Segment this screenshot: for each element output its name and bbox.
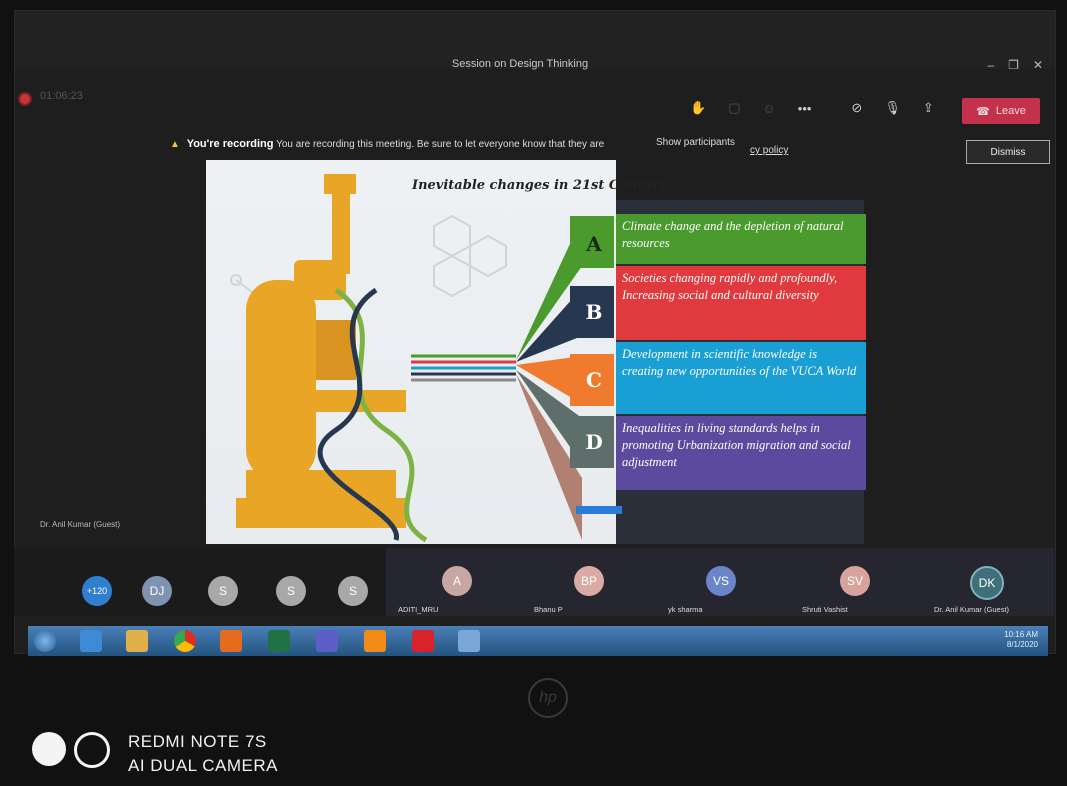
system-tray[interactable]: 10:16 AM 8/1/2020	[1004, 630, 1038, 650]
chat-icon[interactable]: ▢	[728, 100, 740, 116]
show-participants-link[interactable]: Show participants	[656, 137, 735, 148]
participant-avatar[interactable]: SV	[840, 566, 870, 596]
slide-item-b: Societies changing rapidly and profoundl…	[616, 266, 866, 340]
word-icon[interactable]	[458, 630, 480, 652]
reactions-icon[interactable]: ☺	[762, 101, 775, 116]
watermark-line-2: AI DUAL CAMERA	[128, 756, 278, 775]
participant-strip: +120 DJ S S S A ADITI_MRU BP Bhanu P VS …	[14, 548, 1054, 616]
microscope-graphic	[236, 174, 406, 528]
participant-name: yk sharma	[668, 605, 703, 614]
teams-icon[interactable]	[316, 630, 338, 652]
restore-icon[interactable]: ❐	[1008, 58, 1033, 72]
camera-off-icon[interactable]: ⊘	[851, 100, 862, 116]
participant-name: Dr. Anil Kumar (Guest)	[934, 605, 1010, 614]
recording-dot-icon	[18, 92, 32, 106]
window-controls[interactable]: –❐✕	[987, 58, 1057, 72]
participant-tiles: A ADITI_MRU BP Bhanu P VS yk sharma SV S…	[386, 548, 1054, 616]
recording-banner: ▲ You're recording You are recording thi…	[170, 138, 604, 150]
mic-icon[interactable]: 🎙︎	[884, 100, 901, 116]
phone-hangup-icon: ☎	[976, 105, 990, 118]
more-options-button[interactable]: •••	[798, 101, 812, 116]
slide-item-d: Inequalities in living standards helps i…	[616, 416, 866, 490]
participant-name: Shruti Vashist	[802, 605, 848, 614]
excel-icon[interactable]	[268, 630, 290, 652]
pdf-reader-icon[interactable]	[412, 630, 434, 652]
slide-letter-c: C	[586, 368, 602, 392]
share-screen-icon[interactable]: ⇪	[923, 100, 934, 116]
avatar-small-1[interactable]: DJ	[142, 576, 172, 606]
avatar-small-3[interactable]: S	[276, 576, 306, 606]
media-player-icon[interactable]	[220, 630, 242, 652]
start-button-icon[interactable]	[34, 630, 56, 652]
warning-icon: ▲	[170, 139, 180, 150]
recording-message: You are recording this meeting. Be sure …	[276, 139, 605, 150]
leave-button[interactable]: ☎ Leave	[962, 98, 1040, 124]
participant-avatar[interactable]: VS	[706, 566, 736, 596]
slide-item-a: Climate change and the depletion of natu…	[616, 214, 866, 264]
privacy-policy-link[interactable]: cy policy	[750, 145, 788, 156]
slide-title: Inevitable changes in 21st Century	[412, 178, 667, 193]
slide-letter-a: A	[586, 232, 602, 256]
connector-lines	[411, 354, 516, 382]
meeting-title: Session on Design Thinking	[451, 58, 589, 70]
close-icon[interactable]: ✕	[1033, 58, 1057, 72]
participant-avatar[interactable]: DK	[970, 566, 1004, 600]
presenter-label: Dr. Anil Kumar (Guest)	[40, 520, 121, 529]
overflow-avatar[interactable]: +120	[82, 576, 112, 606]
laptop-logo: hp	[528, 678, 568, 718]
participant-avatar[interactable]: A	[442, 566, 472, 596]
clock-time: 10:16 AM	[1004, 630, 1038, 639]
slide-illustration	[230, 174, 614, 543]
ie-browser-icon[interactable]	[80, 630, 102, 652]
participant-name: ADITI_MRU	[398, 605, 439, 614]
file-explorer-icon[interactable]	[126, 630, 148, 652]
recording-heading: You're recording	[186, 138, 274, 150]
slide-letter-d: D	[585, 430, 603, 454]
watermark-line-1: REDMI NOTE 7S	[128, 732, 267, 751]
camera-watermark-ring-icon	[74, 732, 110, 768]
windows-taskbar: 10:16 AM 8/1/2020	[28, 626, 1048, 656]
participant-name: Bhanu P	[534, 605, 563, 614]
shared-slide	[206, 160, 616, 544]
slide-item-c: Development in scientific knowledge is c…	[616, 342, 866, 414]
minimize-icon[interactable]: –	[987, 58, 1008, 72]
slide-letter-b: B	[585, 300, 603, 324]
meeting-timer: 01:06:23	[40, 90, 83, 102]
chrome-icon[interactable]	[174, 630, 196, 652]
participant-avatar[interactable]: BP	[574, 566, 604, 596]
clock-date: 8/1/2020	[1006, 640, 1038, 649]
meeting-toolbar: ✋ ▢ ☺ ••• ⊘ 🎙︎ ⇪	[690, 100, 934, 116]
dismiss-button[interactable]: Dismiss	[966, 140, 1050, 164]
avatar-small-2[interactable]: S	[208, 576, 238, 606]
camera-watermark: REDMI NOTE 7S AI DUAL CAMERA	[128, 730, 278, 778]
slide-nav-bar[interactable]	[576, 506, 622, 514]
raise-hand-icon[interactable]: ✋	[690, 100, 706, 116]
camera-watermark-dot-icon	[32, 732, 66, 766]
vlc-icon[interactable]	[364, 630, 386, 652]
avatar-small-4[interactable]: S	[338, 576, 368, 606]
